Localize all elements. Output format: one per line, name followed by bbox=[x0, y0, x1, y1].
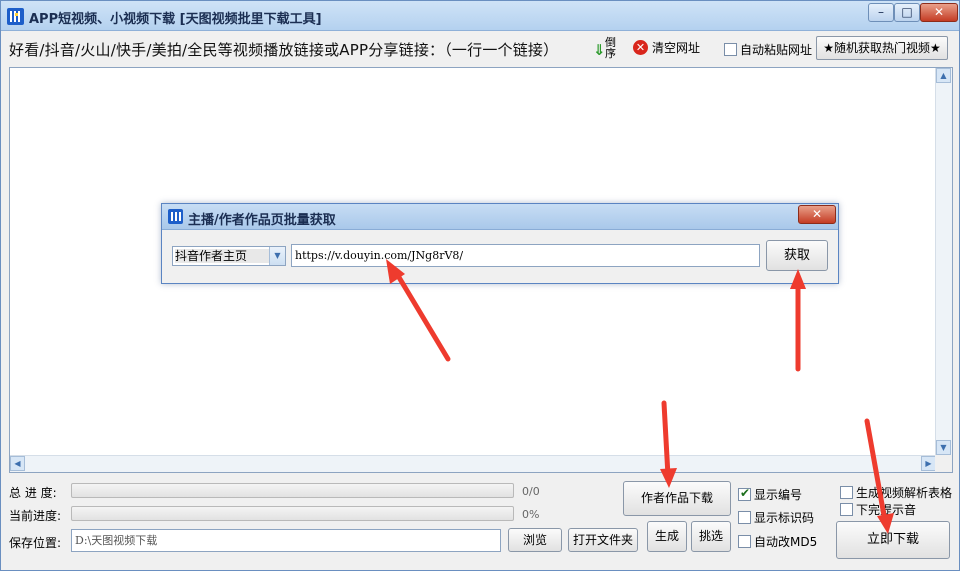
horizontal-scrollbar[interactable]: ◀ ▶ bbox=[10, 455, 936, 472]
author-works-download-button[interactable]: 作者作品下载 bbox=[623, 481, 731, 516]
author-batch-dialog: 主播/作者作品页批量获取 ✕ 抖音作者主页 ▼ https://v.douyin… bbox=[161, 203, 839, 284]
author-url-input[interactable]: https://v.douyin.com/JNg8rV8/ bbox=[291, 244, 760, 267]
dialog-app-icon bbox=[168, 209, 183, 224]
input-hint-label: 好看/抖音/火山/快手/美拍/全民等视频播放链接或APP分享链接：（一行一个链接… bbox=[9, 41, 559, 59]
current-progress-label: 当前进度: bbox=[9, 509, 62, 523]
reverse-order-button[interactable]: ⇓ 倒序 bbox=[591, 37, 621, 61]
download-now-button[interactable]: 立即下载 bbox=[836, 521, 950, 559]
auto-md5-option[interactable]: 自动改MD5 bbox=[738, 533, 817, 550]
auto-md5-checkbox[interactable] bbox=[738, 535, 751, 548]
fetch-button[interactable]: 获取 bbox=[766, 240, 828, 271]
maximize-button[interactable]: □ bbox=[894, 3, 920, 22]
gen-table-label: 生成视频解析表格 bbox=[856, 486, 953, 500]
clear-urls-label: 清空网址 bbox=[652, 41, 701, 55]
app-logo-icon bbox=[7, 8, 24, 25]
save-path-input[interactable]: D:\天图视频下载 bbox=[71, 529, 501, 552]
clear-icon: ✕ bbox=[633, 40, 648, 55]
show-id-label: 显示标识码 bbox=[754, 511, 815, 525]
show-number-label: 显示编号 bbox=[754, 488, 803, 502]
window-title: APP短视频、小视频下载 [天图视频批里下载工具] bbox=[29, 12, 322, 27]
save-location-label: 保存位置: bbox=[9, 536, 62, 550]
done-sound-option[interactable]: 下完提示音 bbox=[840, 501, 916, 518]
scroll-up-icon[interactable]: ▲ bbox=[936, 68, 951, 83]
scrollbar-corner bbox=[935, 455, 952, 472]
dialog-close-button[interactable]: ✕ bbox=[798, 205, 836, 224]
dialog-title: 主播/作者作品页批量获取 bbox=[188, 213, 336, 228]
chevron-down-icon[interactable]: ▼ bbox=[269, 247, 285, 265]
dialog-title-bar: 主播/作者作品页批量获取 ✕ bbox=[162, 204, 838, 230]
random-hot-video-button[interactable]: ★随机获取热门视频★ bbox=[816, 36, 948, 60]
reverse-order-label: 倒序 bbox=[605, 36, 616, 60]
platform-select-value: 抖音作者主页 bbox=[175, 249, 269, 263]
generate-button[interactable]: 生成 bbox=[647, 521, 687, 552]
scroll-right-icon[interactable]: ▶ bbox=[921, 456, 936, 471]
gen-table-checkbox[interactable] bbox=[840, 486, 853, 499]
auto-paste-label: 自动粘贴网址 bbox=[740, 43, 813, 57]
total-progress-bar bbox=[71, 483, 514, 498]
pick-button[interactable]: 挑选 bbox=[691, 521, 731, 552]
done-sound-checkbox[interactable] bbox=[840, 503, 853, 516]
clear-urls-button[interactable]: ✕ 清空网址 bbox=[633, 39, 700, 57]
down-arrow-icon: ⇓ bbox=[593, 41, 606, 59]
scroll-left-icon[interactable]: ◀ bbox=[10, 456, 25, 471]
current-progress-value: 0% bbox=[522, 508, 540, 521]
minimize-button[interactable]: – bbox=[868, 3, 894, 22]
auto-paste-option[interactable]: 自动粘贴网址 bbox=[724, 41, 812, 58]
done-sound-label: 下完提示音 bbox=[856, 503, 917, 517]
auto-paste-checkbox[interactable] bbox=[724, 43, 737, 56]
show-id-option[interactable]: 显示标识码 bbox=[738, 509, 814, 526]
browse-button[interactable]: 浏览 bbox=[508, 528, 562, 552]
open-folder-button[interactable]: 打开文件夹 bbox=[568, 528, 638, 552]
current-progress-bar bbox=[71, 506, 514, 521]
title-bar: APP短视频、小视频下载 [天图视频批里下载工具] – □ ✕ bbox=[1, 1, 959, 31]
scroll-down-icon[interactable]: ▼ bbox=[936, 440, 951, 455]
vertical-scrollbar[interactable]: ▲ ▼ bbox=[935, 68, 952, 455]
total-progress-value: 0/0 bbox=[522, 485, 540, 498]
main-window: APP短视频、小视频下载 [天图视频批里下载工具] – □ ✕ 好看/抖音/火山… bbox=[0, 0, 960, 571]
show-id-checkbox[interactable] bbox=[738, 511, 751, 524]
gen-table-option[interactable]: 生成视频解析表格 bbox=[840, 484, 952, 501]
auto-md5-label: 自动改MD5 bbox=[754, 535, 818, 549]
close-button[interactable]: ✕ bbox=[920, 3, 958, 22]
show-number-option[interactable]: 显示编号 bbox=[738, 486, 802, 503]
total-progress-label: 总 进 度: bbox=[9, 486, 57, 500]
platform-select[interactable]: 抖音作者主页 ▼ bbox=[172, 246, 286, 266]
show-number-checkbox[interactable] bbox=[738, 486, 751, 501]
